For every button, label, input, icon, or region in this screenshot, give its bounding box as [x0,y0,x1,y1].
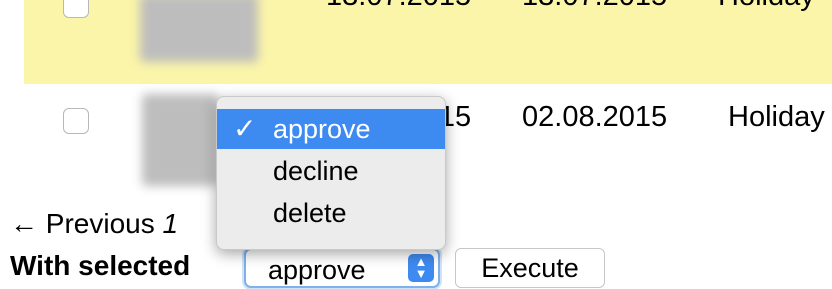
option-approve[interactable]: ✓ approve [217,109,445,149]
execute-button[interactable]: Execute [455,248,605,288]
date-to-cell: 02.08.2015 [522,101,668,133]
type-cell: Holiday [728,101,825,133]
option-label: decline [273,156,359,186]
row-checkbox[interactable] [63,0,89,18]
blurred-employee-name [140,0,258,62]
check-icon: ✓ [233,113,257,144]
row-checkbox[interactable] [63,108,89,134]
page-number[interactable]: 1 [163,208,179,239]
bulk-action-select[interactable]: approve ▲ ▼ [244,248,440,288]
with-selected-label: With selected [10,250,191,281]
option-decline[interactable]: decline [217,151,445,191]
previous-link[interactable]: ← Previous [10,208,155,239]
updown-chevron-icon: ▲ ▼ [408,254,434,282]
option-label: approve [273,114,371,144]
type-cell: Holiday [718,0,815,13]
date-from-cell: 13.07.2015 [326,0,471,13]
bulk-action-dropdown: ✓ approve decline delete [216,96,446,250]
pagination: ← Previous 1 [10,208,178,240]
option-delete[interactable]: delete [217,193,445,233]
blurred-employee-name [142,94,218,186]
select-value: approve [268,255,366,285]
date-to-cell: 13.07.2015 [522,0,667,13]
option-label: delete [273,198,347,228]
